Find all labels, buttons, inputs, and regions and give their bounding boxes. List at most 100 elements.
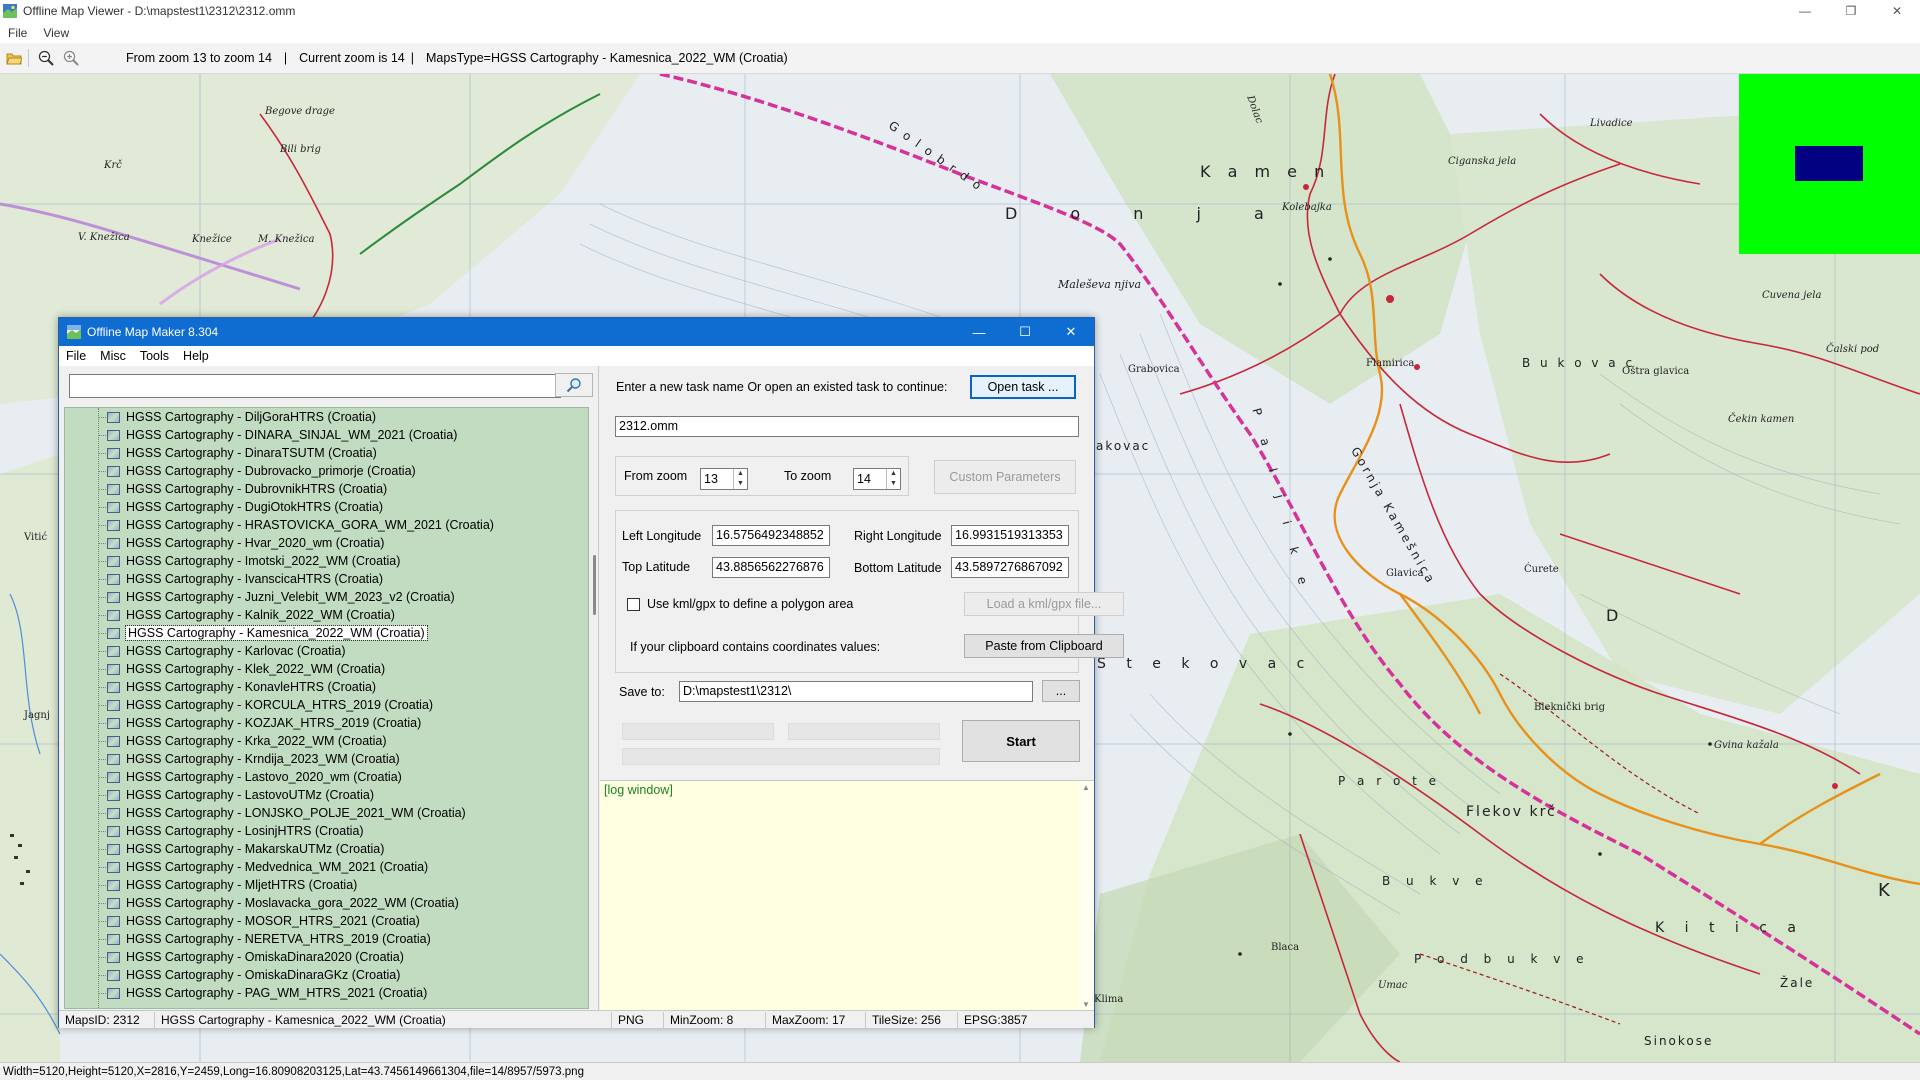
search-button[interactable] [555, 373, 593, 397]
browse-button[interactable]: ... [1042, 680, 1080, 702]
minimize-icon[interactable]: — [1782, 0, 1828, 22]
menu-help[interactable]: Help [176, 349, 216, 363]
map-layer-icon [107, 447, 120, 459]
spin-down-icon[interactable]: ▼ [887, 479, 900, 489]
spin-down-icon[interactable]: ▼ [734, 479, 747, 489]
tree-scrollbar[interactable] [592, 407, 598, 1009]
map-list-item[interactable]: HGSS Cartography - Hvar_2020_wm (Croatia… [65, 534, 585, 552]
map-list-item-label: HGSS Cartography - KOZJAK_HTRS_2019 (Cro… [126, 716, 422, 730]
map-list-item[interactable]: HGSS Cartography - OmiskaDinaraGKz (Croa… [65, 966, 585, 984]
viewer-title: Offline Map Viewer - D:\mapstest1\2312\2… [23, 4, 296, 18]
map-layer-icon [107, 969, 120, 981]
map-list-item[interactable]: HGSS Cartography - MakarskaUTMz (Croatia… [65, 840, 585, 858]
map-label: Oštra glavica [1622, 366, 1690, 377]
map-list-item[interactable]: HGSS Cartography - KonavleHTRS (Croatia) [65, 678, 585, 696]
spin-up-icon[interactable]: ▲ [734, 469, 747, 479]
map-list-item[interactable]: HGSS Cartography - OmiskaDinara2020 (Cro… [65, 948, 585, 966]
save-to-field[interactable]: D:\mapstest1\2312\ [679, 681, 1033, 702]
map-list-item-label: HGSS Cartography - NERETVA_HTRS_2019 (Cr… [126, 932, 431, 946]
map-list-item[interactable]: HGSS Cartography - Lastovo_2020_wm (Croa… [65, 768, 585, 786]
map-list-item[interactable]: HGSS Cartography - LONJSKO_POLJE_2021_WM… [65, 804, 585, 822]
map-label: Krč [104, 160, 122, 171]
tree-connector [98, 687, 106, 688]
to-zoom-stepper[interactable]: 14 ▲ ▼ [853, 468, 901, 490]
map-list-item[interactable]: HGSS Cartography - MOSOR_HTRS_2021 (Croa… [65, 912, 585, 930]
map-list-item[interactable]: HGSS Cartography - Kalnik_2022_WM (Croat… [65, 606, 585, 624]
map-list-item[interactable]: HGSS Cartography - PAG_WM_HTRS_2021 (Cro… [65, 984, 585, 1002]
map-list-item-label: HGSS Cartography - Kamesnica_2022_WM (Cr… [125, 625, 428, 641]
map-label: Gvina kažala [1714, 740, 1779, 751]
use-kml-checkbox[interactable] [627, 598, 640, 611]
open-task-button[interactable]: Open task ... [970, 375, 1076, 399]
map-list-item[interactable]: HGSS Cartography - DINARA_SINJAL_WM_2021… [65, 426, 585, 444]
menu-tools[interactable]: Tools [133, 349, 176, 363]
map-list-item[interactable]: HGSS Cartography - Juzni_Velebit_WM_2023… [65, 588, 585, 606]
map-list-item[interactable]: HGSS Cartography - NERETVA_HTRS_2019 (Cr… [65, 930, 585, 948]
menu-file[interactable]: File [59, 349, 93, 363]
map-layer-icon [107, 735, 120, 747]
left-longitude-field[interactable]: 16.5756492348852 [712, 525, 830, 546]
overview-viewport[interactable] [1795, 146, 1863, 181]
menu-misc[interactable]: Misc [93, 349, 133, 363]
map-list-item[interactable]: HGSS Cartography - LosinjHTRS (Croatia) [65, 822, 585, 840]
map-layer-icon [107, 897, 120, 909]
map-list-item[interactable]: HGSS Cartography - KOZJAK_HTRS_2019 (Cro… [65, 714, 585, 732]
open-folder-icon[interactable] [3, 47, 25, 69]
dialog-titlebar[interactable]: Offline Map Maker 8.304 — ☐ ✕ [59, 318, 1094, 346]
zoom-in-icon[interactable] [60, 47, 82, 69]
map-list-item[interactable]: HGSS Cartography - MljetHTRS (Croatia) [65, 876, 585, 894]
map-list-item[interactable]: HGSS Cartography - Krka_2022_WM (Croatia… [65, 732, 585, 750]
map-list-item[interactable]: HGSS Cartography - DinaraTSUTM (Croatia) [65, 444, 585, 462]
map-list-item[interactable]: HGSS Cartography - Klek_2022_WM (Croatia… [65, 660, 585, 678]
map-list-item[interactable]: HGSS Cartography - KORCULA_HTRS_2019 (Cr… [65, 696, 585, 714]
map-list-item[interactable]: HGSS Cartography - IvanscicaHTRS (Croati… [65, 570, 585, 588]
maximize-icon[interactable]: ☐ [1002, 318, 1048, 346]
map-list-item[interactable]: HGSS Cartography - HRASTOVICKA_GORA_WM_2… [65, 516, 585, 534]
log-window[interactable]: [log window] ▲ ▼ [600, 780, 1094, 1011]
use-kml-label: Use kml/gpx to define a polygon area [647, 597, 854, 611]
map-list-item[interactable]: HGSS Cartography - Medvednica_WM_2021 (C… [65, 858, 585, 876]
map-list-item[interactable]: HGSS Cartography - Moslavacka_gora_2022_… [65, 894, 585, 912]
custom-parameters-button[interactable]: Custom Parameters [934, 460, 1076, 494]
map-list-item[interactable]: HGSS Cartography - LastovoUTMz (Croatia) [65, 786, 585, 804]
tile-size-text: TileSize: 256 [866, 1011, 958, 1028]
zoom-out-icon[interactable] [35, 47, 57, 69]
log-scrollbar[interactable]: ▲ ▼ [1080, 781, 1094, 1011]
load-kml-button[interactable]: Load a kml/gpx file... [964, 592, 1124, 616]
map-label: K a m e n [1200, 162, 1331, 181]
close-icon[interactable]: ✕ [1874, 0, 1920, 22]
top-latitude-field[interactable]: 43.8856562276876 [712, 557, 830, 578]
start-button[interactable]: Start [962, 720, 1080, 762]
map-tree[interactable]: HGSS Cartography - DiljGoraHTRS (Croatia… [64, 407, 589, 1009]
search-input[interactable] [69, 374, 561, 398]
overview-minimap[interactable] [1739, 74, 1920, 254]
tree-connector [98, 489, 106, 490]
scroll-down-icon[interactable]: ▼ [1082, 1000, 1090, 1009]
scroll-up-icon[interactable]: ▲ [1082, 783, 1090, 792]
map-list-item-label: HGSS Cartography - Krndija_2023_WM (Croa… [126, 752, 400, 766]
map-label: D o n j a [1005, 204, 1288, 223]
right-longitude-field[interactable]: 16.9931519313353 [951, 525, 1069, 546]
map-list-item[interactable]: HGSS Cartography - Karlovac (Croatia) [65, 642, 585, 660]
map-layer-icon [107, 681, 120, 693]
map-list-item[interactable]: HGSS Cartography - DugiOtokHTRS (Croatia… [65, 498, 585, 516]
spin-up-icon[interactable]: ▲ [887, 469, 900, 479]
from-zoom-stepper[interactable]: 13 ▲ ▼ [700, 468, 748, 490]
task-name-field[interactable]: 2312.omm [615, 416, 1079, 437]
menu-file[interactable]: File [0, 26, 35, 40]
map-label: B u k o v a c [1522, 356, 1636, 370]
map-label: Čekin kamen [1728, 414, 1795, 425]
restore-icon[interactable]: ❐ [1828, 0, 1874, 22]
menu-view[interactable]: View [35, 26, 77, 40]
map-list-item[interactable]: HGSS Cartography - DiljGoraHTRS (Croatia… [65, 408, 585, 426]
map-list-item[interactable]: HGSS Cartography - Dubrovacko_primorje (… [65, 462, 585, 480]
map-list-item[interactable]: HGSS Cartography - DubrovnikHTRS (Croati… [65, 480, 585, 498]
paste-from-clipboard-button[interactable]: Paste from Clipboard [964, 634, 1124, 658]
scrollbar-thumb[interactable] [593, 555, 596, 615]
map-list-item[interactable]: HGSS Cartography - Krndija_2023_WM (Croa… [65, 750, 585, 768]
close-icon[interactable]: ✕ [1048, 318, 1094, 346]
bottom-latitude-field[interactable]: 43.5897276867092 [951, 557, 1069, 578]
map-list-item[interactable]: HGSS Cartography - Kamesnica_2022_WM (Cr… [65, 624, 585, 642]
map-list-item[interactable]: HGSS Cartography - Imotski_2022_WM (Croa… [65, 552, 585, 570]
minimize-icon[interactable]: — [956, 318, 1002, 346]
